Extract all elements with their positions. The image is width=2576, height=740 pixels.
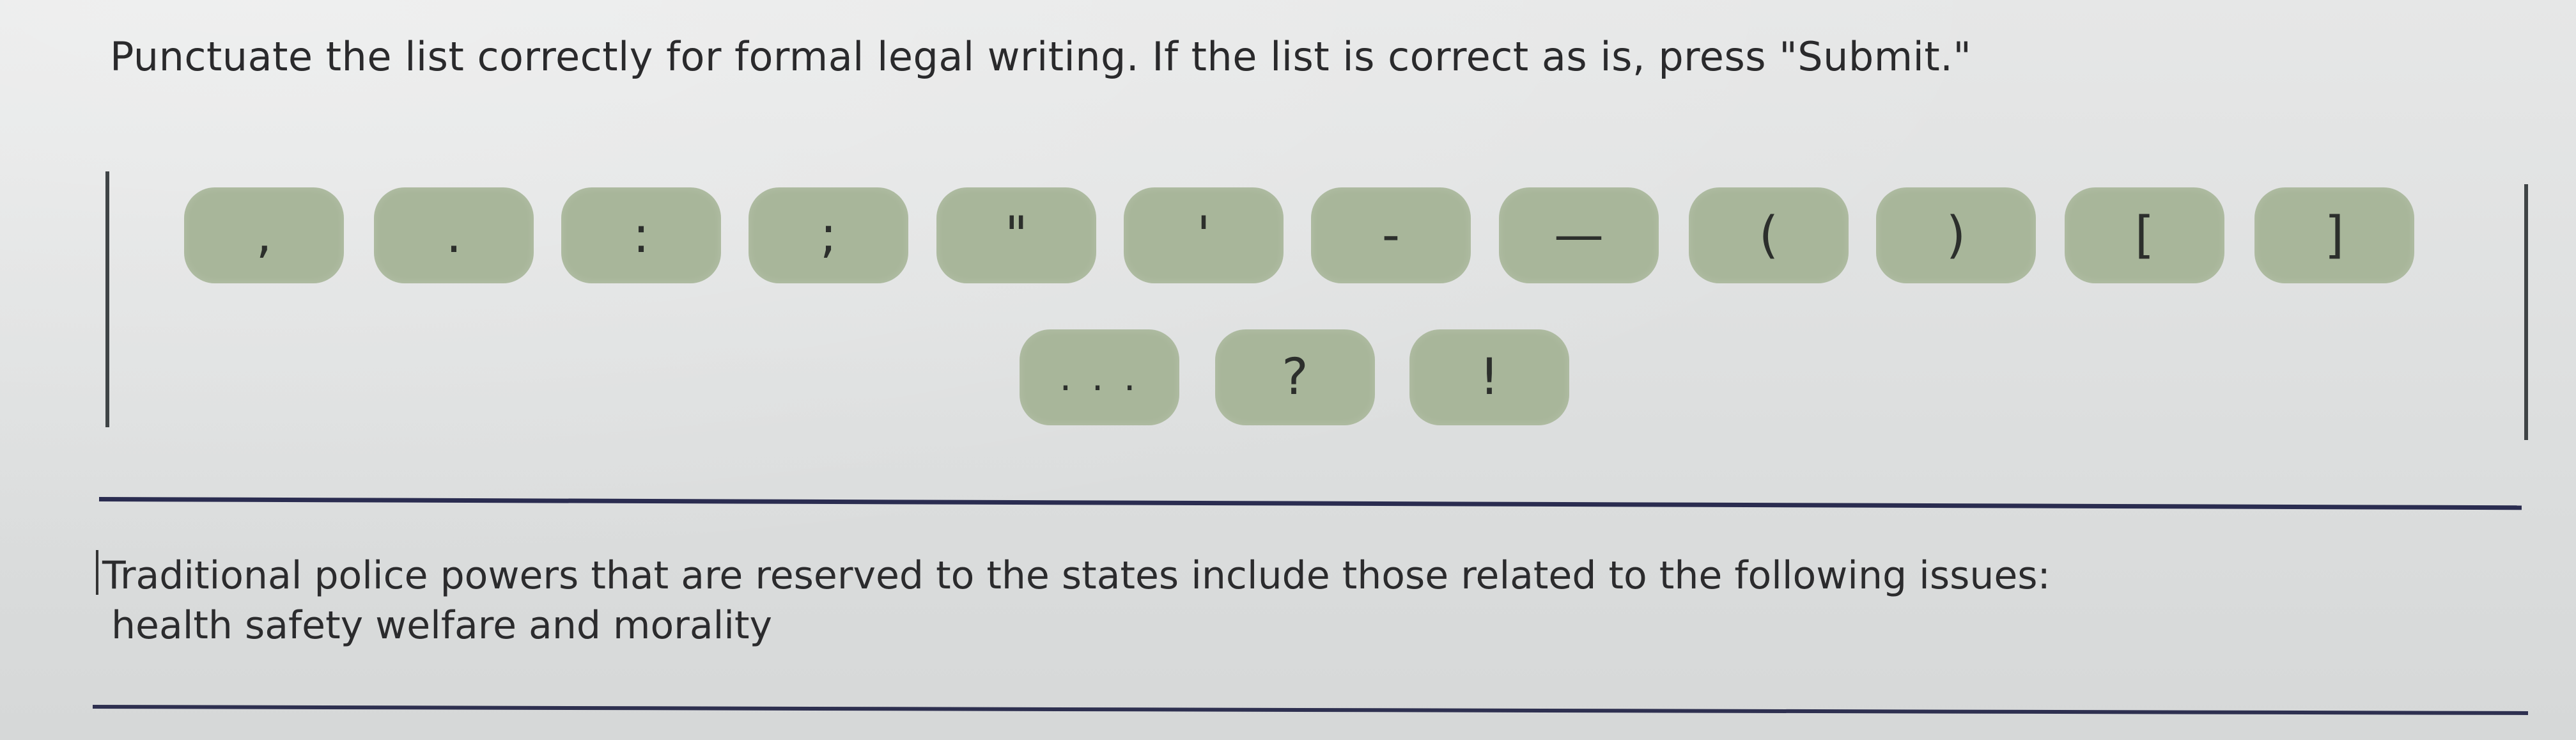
comma-key[interactable]: , [184, 187, 344, 283]
question-mark-key[interactable]: ? [1215, 329, 1375, 425]
semicolon-key[interactable]: ; [749, 187, 908, 283]
sentence-line-2: health safety welfare and morality [111, 603, 772, 648]
answer-editor[interactable]: Traditional police powers that are reser… [96, 550, 2525, 678]
double-quote-key[interactable]: " [936, 187, 1096, 283]
close-paren-key[interactable]: ) [1876, 187, 2036, 283]
close-bracket-key[interactable]: ] [2254, 187, 2414, 283]
answer-top-divider [98, 497, 2522, 510]
hyphen-key[interactable]: - [1311, 187, 1471, 283]
apostrophe-key[interactable]: ' [1124, 187, 1284, 283]
open-paren-key[interactable]: ( [1689, 187, 1849, 283]
punctuation-palette: , . : ; " ' - — ( ) [ ] . . . ? ! [105, 171, 2528, 440]
sentence-line-1: Traditional police powers that are reser… [102, 553, 2051, 598]
colon-key[interactable]: : [561, 187, 721, 283]
palette-right-border [2524, 184, 2528, 440]
em-dash-key[interactable]: — [1499, 187, 1659, 283]
open-bracket-key[interactable]: [ [2065, 187, 2224, 283]
instruction-text: Punctuate the list correctly for formal … [110, 33, 1972, 80]
answer-bottom-divider [92, 705, 2528, 715]
ellipsis-key[interactable]: . . . [1020, 329, 1179, 425]
palette-left-border [105, 171, 109, 427]
period-key[interactable]: . [374, 187, 534, 283]
text-caret [96, 550, 98, 595]
exclamation-key[interactable]: ! [1409, 329, 1569, 425]
answer-line-1: Traditional police powers that are reser… [96, 550, 2525, 601]
answer-line-2: health safety welfare and morality [96, 601, 2525, 650]
